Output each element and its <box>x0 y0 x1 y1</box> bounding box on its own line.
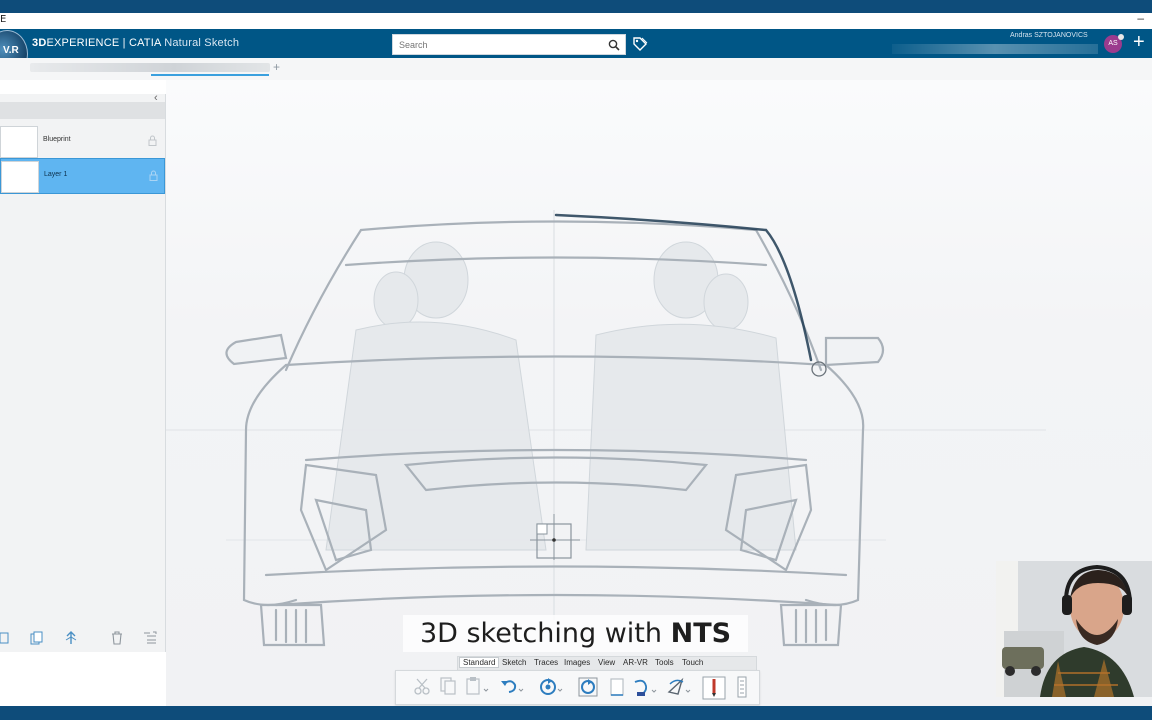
copy-icon[interactable] <box>438 676 458 701</box>
avatar[interactable]: AS <box>1104 34 1124 53</box>
app-name: Natural Sketch <box>164 37 240 49</box>
caption-text: 3D sketching with <box>419 618 671 649</box>
compass-label: V.R <box>3 45 19 56</box>
tab-document[interactable] <box>30 63 270 72</box>
window-frame-top <box>0 0 1152 13</box>
tab-ar-vr[interactable]: AR-VR <box>623 658 648 667</box>
minimize-button[interactable]: – <box>1137 11 1144 25</box>
window-frame-bottom <box>0 706 1152 720</box>
action-bar <box>395 670 760 705</box>
tab-tools[interactable]: Tools <box>655 658 674 667</box>
pen-icon[interactable] <box>702 676 726 705</box>
occupants-figures <box>325 241 797 551</box>
window-titlebar: E – <box>0 11 1152 30</box>
layer-item-layer-1[interactable]: Layer 1 <box>0 158 165 194</box>
layer-thumbnail <box>1 161 39 193</box>
cut-icon[interactable] <box>413 676 433 701</box>
user-info-bar <box>892 44 1098 54</box>
lock-icon[interactable] <box>149 168 158 186</box>
caption-text-bold: NTS <box>670 618 732 649</box>
tag-icon[interactable] <box>632 36 648 57</box>
layers-toolbar <box>0 628 165 652</box>
new-layer-icon[interactable] <box>0 631 10 650</box>
curve-icon[interactable] <box>666 676 694 703</box>
layer-options-icon[interactable] <box>142 631 160 650</box>
active-tab-indicator <box>151 74 269 76</box>
undo-icon[interactable] <box>499 676 525 701</box>
duplicate-layer-icon[interactable] <box>30 631 44 650</box>
brand-main: EXPERIENCE | CATIA <box>46 37 161 49</box>
stroke-icon[interactable] <box>632 676 660 703</box>
search-icon[interactable] <box>608 38 620 56</box>
tab-view[interactable]: View <box>598 658 615 667</box>
tab-standard[interactable]: Standard <box>459 657 500 668</box>
tab-touch[interactable]: Touch <box>682 658 703 667</box>
layers-panel-header <box>0 102 165 119</box>
search-box[interactable] <box>392 34 626 55</box>
layer-item-blueprint[interactable]: Blueprint <box>0 124 163 158</box>
sheet-icon[interactable] <box>608 676 626 703</box>
window-left-glyph: E <box>0 14 7 25</box>
app-title: 3DEXPERIENCE | CATIA Natural Sketch <box>32 37 239 49</box>
add-button[interactable]: + <box>1133 32 1145 52</box>
lock-icon[interactable] <box>148 133 157 151</box>
layers-panel: ‹ Blueprint Layer 1 <box>0 92 166 652</box>
new-tab-button[interactable]: + <box>273 60 280 74</box>
layer-thumbnail <box>0 126 38 158</box>
tab-images[interactable]: Images <box>564 658 590 667</box>
brand-prefix: 3D <box>32 37 47 49</box>
search-input[interactable] <box>397 37 601 53</box>
user-name: Andras SZTOJANOVICS <box>1010 32 1088 39</box>
update-icon[interactable] <box>538 676 564 703</box>
delete-layer-icon[interactable] <box>111 631 123 650</box>
layer-name: Layer 1 <box>44 171 68 178</box>
tab-traces[interactable]: Traces <box>534 658 558 667</box>
refresh-icon[interactable] <box>577 676 599 703</box>
layer-name: Blueprint <box>43 136 71 143</box>
ruler-icon[interactable] <box>736 676 748 703</box>
merge-layer-icon[interactable] <box>64 631 78 650</box>
paste-icon[interactable] <box>464 676 490 701</box>
webcam-overlay <box>996 561 1152 697</box>
collapse-panel-button[interactable]: ‹ <box>154 92 158 104</box>
video-caption: 3D sketching with NTS <box>403 615 748 652</box>
tab-sketch[interactable]: Sketch <box>502 658 526 667</box>
